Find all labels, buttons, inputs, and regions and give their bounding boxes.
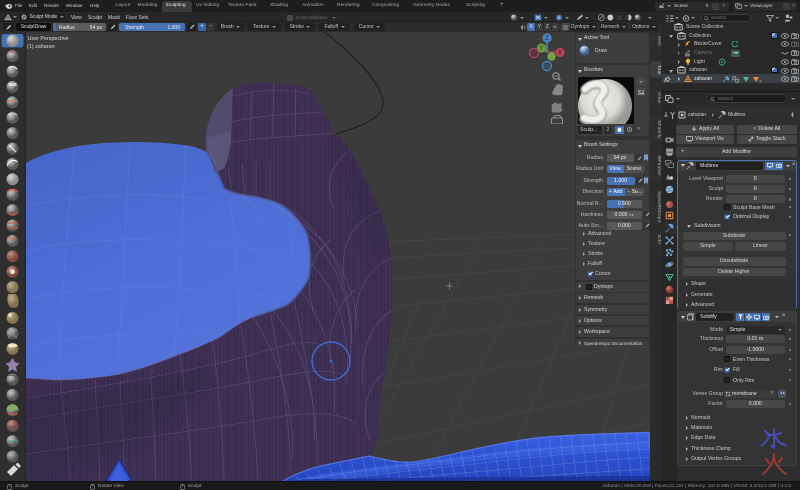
svg-text:Y: Y	[539, 46, 543, 52]
svg-text:X: X	[558, 51, 562, 57]
svg-text:Z: Z	[545, 36, 549, 42]
svg-text:s: s	[760, 78, 762, 83]
